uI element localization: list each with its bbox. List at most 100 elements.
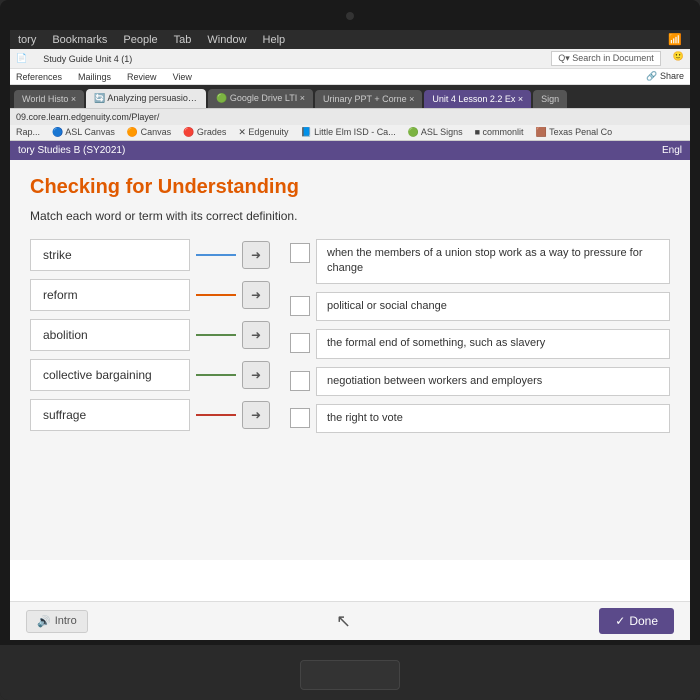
definition-row-3: the formal end of something, such as sla… [290,329,670,358]
analyzing-label: Analyzing persuasion × [107,93,200,103]
connector-abolition [196,334,236,336]
bookmark-rap[interactable]: Rap... [16,127,40,138]
taskbar-item-bookmarks[interactable]: Bookmarks [52,34,107,46]
references-menu[interactable]: References [16,72,62,82]
app-header: tory Studies B (SY2021) Engl [10,141,690,160]
arrow-btn-strike[interactable]: ➜ [242,241,270,269]
checkbox-3[interactable] [290,333,310,353]
checkbox-1[interactable] [290,243,310,263]
bookmark-edgenuity[interactable]: ✕ Edgenuity [238,127,288,138]
bookmark-canvas[interactable]: 🟠 Canvas [127,127,171,138]
doc-icon: 📄 [16,53,27,64]
bookmark-asl-canvas[interactable]: 🔵 ASL Canvas [52,127,115,138]
done-button[interactable]: ✓ Done [599,608,674,634]
definition-3: the formal end of something, such as sla… [316,329,670,358]
definition-row-1: when the members of a union stop work as… [290,239,670,284]
taskbar-item-tab[interactable]: Tab [174,34,192,46]
wifi-icon: 📶 [668,33,682,46]
page-title: Checking for Understanding [30,176,670,199]
intro-button[interactable]: 🔊 Intro [26,610,88,633]
doc-title: Study Guide Unit 4 (1) [43,54,132,64]
mailings-menu[interactable]: Mailings [78,72,111,82]
term-strike: strike [30,239,190,271]
address-bar[interactable]: 09.core.learn.edgenuity.com/Player/ [10,108,690,125]
google-label: Google Drive LTI × [230,93,305,103]
review-menu[interactable]: Review [127,72,157,82]
bookmarks-bar: Rap... 🔵 ASL Canvas 🟠 Canvas 🔴 Grades ✕ … [10,125,690,141]
bookmark-asl-signs[interactable]: 🟢 ASL Signs [408,127,463,138]
tab-world-histo[interactable]: World Histo × [14,90,84,108]
connector-suffrage [196,414,236,416]
term-abolition: abolition [30,319,190,351]
arrow-btn-abolition[interactable]: ➜ [242,321,270,349]
connector-collective-bargaining [196,374,236,376]
definition-row-5: the right to vote [290,404,670,433]
tab-analyzing[interactable]: 🔄 Analyzing persuasion × [86,89,206,108]
share-button[interactable]: 🔗 Share [646,71,684,82]
bookmark-grades[interactable]: 🔴 Grades [183,127,226,138]
taskbar-item-tory: tory [18,34,36,46]
bookmark-commonlit[interactable]: ■ commonlit [475,127,524,138]
sign-label: Sign [541,94,559,104]
analyzing-icon: 🔄 [94,93,105,103]
definition-row-4: negotiation between workers and employer… [290,367,670,396]
lang-label: Engl [662,145,682,156]
search-doc-input[interactable]: Q▾ Search in Document [551,51,661,66]
term-row-collective-bargaining: collective bargaining ➜ [30,359,270,391]
terms-column: strike ➜ reform ➜ abolition ➜ [30,239,270,431]
taskbar: tory Bookmarks People Tab Window Help 📶 [10,30,690,49]
intro-label: Intro [55,615,77,627]
trackpad[interactable] [300,660,400,690]
term-row-abolition: abolition ➜ [30,319,270,351]
connector-strike [196,254,236,256]
smiley-icon: 🙂 [673,51,684,66]
definition-4: negotiation between workers and employer… [316,367,670,396]
bookmark-little-elm[interactable]: 📘 Little Elm ISD - Ca... [300,127,395,138]
term-suffrage: suffrage [30,399,190,431]
instruction-text: Match each word or term with its correct… [30,209,670,223]
laptop-bottom [0,645,700,700]
matching-exercise: strike ➜ reform ➜ abolition ➜ [30,239,670,433]
arrow-btn-collective-bargaining[interactable]: ➜ [242,361,270,389]
world-histo-label: World Histo × [22,94,76,104]
checkbox-4[interactable] [290,371,310,391]
laptop-bezel: tory Bookmarks People Tab Window Help 📶 … [0,0,700,700]
tab-unit4[interactable]: Unit 4 Lesson 2.2 Ex × [424,90,531,108]
view-menu[interactable]: View [173,72,192,82]
definition-2: political or social change [316,292,670,321]
course-name: tory Studies B (SY2021) [18,145,125,156]
taskbar-item-window[interactable]: Window [207,34,246,46]
term-reform: reform [30,279,190,311]
definitions-column: when the members of a union stop work as… [290,239,670,433]
tab-urinary[interactable]: Urinary PPT + Corne × [315,90,422,108]
checkmark-icon: ✓ [615,614,625,628]
address-text: 09.core.learn.edgenuity.com/Player/ [16,112,159,122]
tab-sign[interactable]: Sign [533,90,567,108]
arrow-btn-reform[interactable]: ➜ [242,281,270,309]
definition-1: when the members of a union stop work as… [316,239,670,284]
connector-reform [196,294,236,296]
arrow-btn-suffrage[interactable]: ➜ [242,401,270,429]
checkbox-5[interactable] [290,408,310,428]
definition-row-2: political or social change [290,292,670,321]
camera-dot [346,12,354,20]
checkbox-2[interactable] [290,296,310,316]
speaker-icon: 🔊 [37,615,51,628]
tab-google-drive[interactable]: 🟢 Google Drive LTI × [208,89,313,108]
tab-bar: World Histo × 🔄 Analyzing persuasion × 🟢… [10,85,690,108]
taskbar-item-help[interactable]: Help [263,34,286,46]
word-toolbar: 📄 Study Guide Unit 4 (1) Q▾ Search in Do… [10,49,690,69]
taskbar-item-people[interactable]: People [123,34,157,46]
screen: tory Bookmarks People Tab Window Help 📶 … [10,30,690,640]
main-content: Checking for Understanding Match each wo… [10,160,690,560]
term-row-strike: strike ➜ [30,239,270,271]
bottom-bar: 🔊 Intro ↖ ✓ Done [10,601,690,640]
term-row-reform: reform ➜ [30,279,270,311]
unit4-label: Unit 4 Lesson 2.2 Ex × [432,94,523,104]
done-label: Done [629,614,658,628]
definition-5: the right to vote [316,404,670,433]
term-row-suffrage: suffrage ➜ [30,399,270,431]
bookmark-texas-penal[interactable]: 🟫 Texas Penal Co [536,127,613,138]
urinary-label: Urinary PPT + Corne × [323,94,414,104]
google-icon: 🟢 [216,93,227,103]
